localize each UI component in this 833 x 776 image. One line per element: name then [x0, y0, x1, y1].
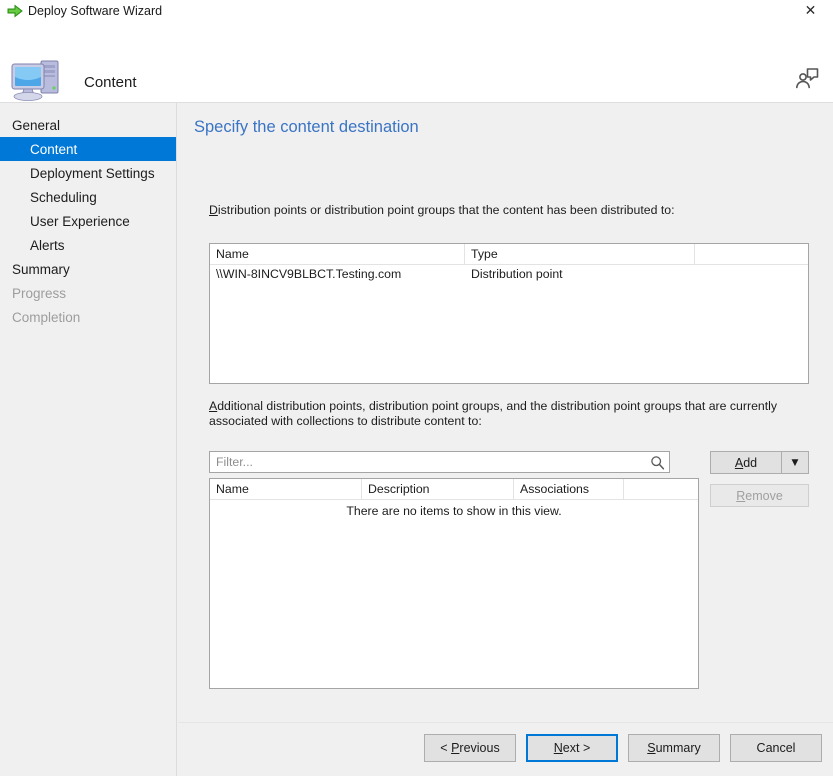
green-arrow-icon	[4, 0, 26, 21]
previous-button-label: < Previous	[440, 741, 500, 755]
table-row[interactable]: \\WIN-8INCV9BLBCT.Testing.com Distributi…	[210, 265, 808, 285]
sidebar-item-alerts[interactable]: Alerts	[0, 233, 176, 257]
summary-button-label: Summary	[647, 741, 701, 755]
add-button[interactable]: Add ▼	[710, 451, 809, 474]
column-header-blank[interactable]	[695, 244, 808, 264]
table-header-row: Name Description Associations	[210, 479, 698, 500]
sidebar-item-user-experience[interactable]: User Experience	[0, 209, 176, 233]
label-text-line1: dditional distribution points, distribut…	[217, 399, 778, 413]
search-icon[interactable]	[645, 452, 669, 472]
sidebar-item-scheduling[interactable]: Scheduling	[0, 185, 176, 209]
add-button-label: Add	[734, 455, 758, 470]
distributed-to-label: Distribution points or distribution poin…	[209, 203, 809, 218]
column-header-blank[interactable]	[624, 479, 696, 499]
label-text-line2: associated with collections to distribut…	[209, 414, 482, 428]
cancel-button[interactable]: Cancel	[730, 734, 822, 762]
window-title: Deploy Software Wizard	[28, 3, 163, 18]
search-input[interactable]	[210, 454, 645, 470]
sidebar-item-label: Deployment Settings	[30, 165, 155, 181]
additional-distribution-listbox[interactable]: Name Description Associations There are …	[209, 478, 699, 689]
cell-type: Distribution point	[471, 267, 563, 281]
next-button[interactable]: Next >	[526, 734, 618, 762]
sidebar-item-label: Alerts	[30, 237, 65, 253]
sidebar-item-general[interactable]: General	[0, 113, 176, 137]
wizard-header: Content	[0, 21, 833, 103]
sidebar-item-label: Scheduling	[30, 189, 97, 205]
wizard-sidebar: General Content Deployment Settings Sche…	[0, 103, 177, 776]
previous-button[interactable]: < Previous	[424, 734, 516, 762]
wizard-footer: < Previous Next > Summary Cancel	[178, 722, 833, 776]
sidebar-item-label: Progress	[12, 285, 67, 301]
sidebar-item-label: Summary	[12, 261, 70, 277]
table-header-row: Name Type	[210, 244, 808, 265]
cell-name: \\WIN-8INCV9BLBCT.Testing.com	[216, 267, 402, 281]
sidebar-item-progress: Progress	[0, 281, 176, 305]
content-heading: Specify the content destination	[194, 118, 419, 136]
deploy-software-wizard-window: Deploy Software Wizard ✕ Content General…	[0, 0, 833, 776]
sidebar-item-deployment-settings[interactable]: Deployment Settings	[0, 161, 176, 185]
page-title: Content	[84, 74, 137, 91]
sidebar-item-label: User Experience	[30, 213, 130, 229]
title-bar: Deploy Software Wizard ✕	[0, 0, 833, 21]
column-header-name[interactable]: Name	[210, 479, 362, 499]
sidebar-item-label: Completion	[12, 309, 81, 325]
label-text: istribution points or distribution point…	[217, 203, 675, 217]
column-header-description[interactable]: Description	[362, 479, 514, 499]
close-icon[interactable]: ✕	[788, 0, 833, 21]
main-content-panel: Specify the content destination Distribu…	[178, 103, 833, 722]
summary-button[interactable]: Summary	[628, 734, 720, 762]
sidebar-item-label: General	[12, 117, 61, 133]
accelerator-letter: D	[209, 203, 218, 217]
filter-box[interactable]	[209, 451, 670, 473]
chevron-down-icon[interactable]: ▼	[782, 458, 808, 468]
computer-icon	[8, 55, 66, 103]
column-header-type[interactable]: Type	[465, 244, 695, 264]
column-header-associations[interactable]: Associations	[514, 479, 624, 499]
sidebar-item-completion: Completion	[0, 305, 176, 329]
distributed-content-listbox[interactable]: Name Type \\WIN-8INCV9BLBCT.Testing.com …	[209, 243, 809, 384]
sidebar-item-label: Content	[30, 141, 78, 157]
feedback-person-icon[interactable]	[791, 63, 823, 93]
remove-button-label: Remove	[736, 488, 783, 503]
next-button-label: Next >	[553, 741, 591, 755]
sidebar-item-content[interactable]: Content	[0, 137, 176, 161]
cancel-button-label: Cancel	[756, 741, 796, 755]
cell-blank	[695, 265, 808, 285]
empty-state-message: There are no items to show in this view.	[346, 504, 562, 518]
additional-distribution-label: Additional distribution points, distribu…	[209, 399, 799, 429]
remove-button: Remove	[710, 484, 809, 507]
sidebar-item-summary[interactable]: Summary	[0, 257, 176, 281]
column-header-name[interactable]: Name	[210, 244, 465, 264]
accelerator-letter: A	[209, 399, 218, 413]
